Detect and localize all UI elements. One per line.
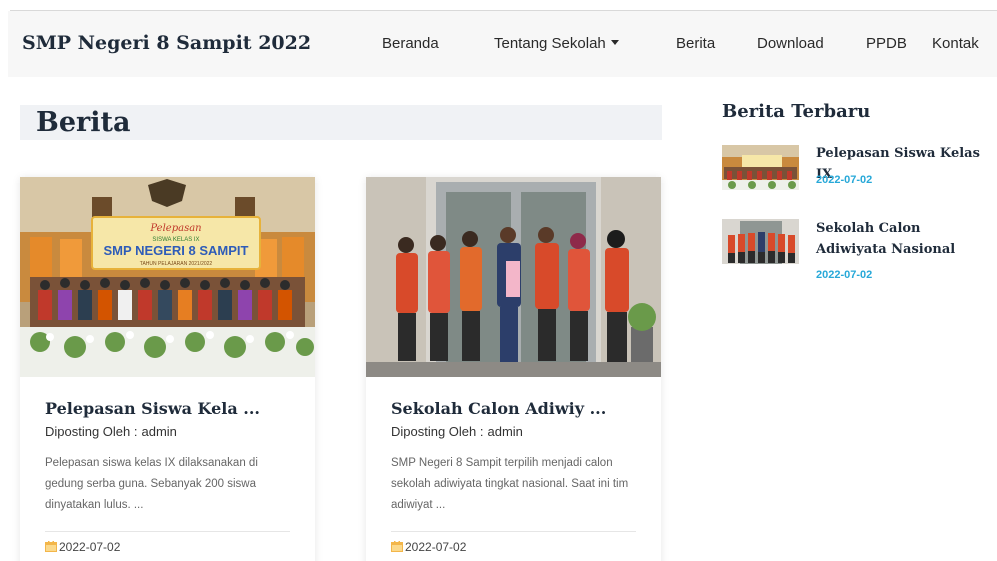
nav-ppdb[interactable]: PPDB (866, 35, 907, 52)
nav-download[interactable]: Download (757, 35, 824, 52)
post-image-graduation[interactable]: Pelepasan SISWA KELAS IX SMP NEGERI 8 SA… (20, 177, 315, 377)
post-date: 2022-07-02 (45, 540, 120, 554)
banner-line-3: SMP NEGERI 8 SAMPIT (104, 243, 249, 258)
author-label: Diposting Oleh : (45, 424, 138, 439)
post-excerpt: SMP Negeri 8 Sampit terpilih menjadi cal… (391, 457, 629, 511)
post-title[interactable]: Sekolah Calon Adiwiy ... (391, 399, 606, 418)
sidebar-thumb-adiwiyata[interactable] (722, 219, 799, 264)
page-title-bar: Berita (20, 105, 662, 140)
author-name: admin (141, 424, 177, 439)
post-excerpt: Pelepasan siswa kelas IX dilaksanakan di… (45, 457, 258, 511)
post-card: Pelepasan SISWA KELAS IX SMP NEGERI 8 SA… (20, 177, 315, 561)
sidebar-item-date: 2022-07-02 (816, 269, 873, 281)
navbar: SMP Negeri 8 Sampit 2022 Beranda Tentang… (8, 11, 997, 77)
sidebar-title: Berita Terbaru (722, 101, 871, 122)
nav-tentang-sekolah-label: Tentang Sekolah (494, 35, 606, 52)
post-date: 2022-07-02 (391, 540, 466, 554)
post-author: Diposting Oleh : admin (45, 424, 177, 439)
site-brand[interactable]: SMP Negeri 8 Sampit 2022 (22, 32, 311, 54)
nav-beranda[interactable]: Beranda (382, 35, 439, 52)
post-image-adiwiyata[interactable] (366, 177, 661, 377)
post-date-text: 2022-07-02 (405, 540, 467, 554)
sidebar-item-date: 2022-07-02 (816, 174, 873, 186)
banner-line-1: Pelepasan (149, 223, 201, 234)
sidebar-thumb-graduation[interactable] (722, 145, 799, 190)
nav-kontak[interactable]: Kontak (932, 35, 979, 52)
post-card: Sekolah Calon Adiwiy ... Diposting Oleh … (366, 177, 661, 561)
author-label: Diposting Oleh : (391, 424, 484, 439)
sidebar-item-title[interactable]: Sekolah Calon Adiwiyata Nasional (816, 218, 991, 260)
post-title[interactable]: Pelepasan Siswa Kela ... (45, 399, 260, 418)
calendar-icon (45, 541, 57, 552)
nav-berita[interactable]: Berita (676, 35, 715, 52)
divider (45, 531, 290, 532)
post-date-text: 2022-07-02 (59, 540, 121, 554)
post-author: Diposting Oleh : admin (391, 424, 523, 439)
nav-tentang-sekolah[interactable]: Tentang Sekolah (494, 35, 619, 52)
calendar-icon (391, 541, 403, 552)
caret-down-icon (610, 40, 619, 45)
divider (391, 531, 636, 532)
author-name: admin (487, 424, 523, 439)
page-title: Berita (36, 107, 131, 138)
banner-line-4: TAHUN PELAJARAN 2021/2022 (140, 261, 213, 267)
